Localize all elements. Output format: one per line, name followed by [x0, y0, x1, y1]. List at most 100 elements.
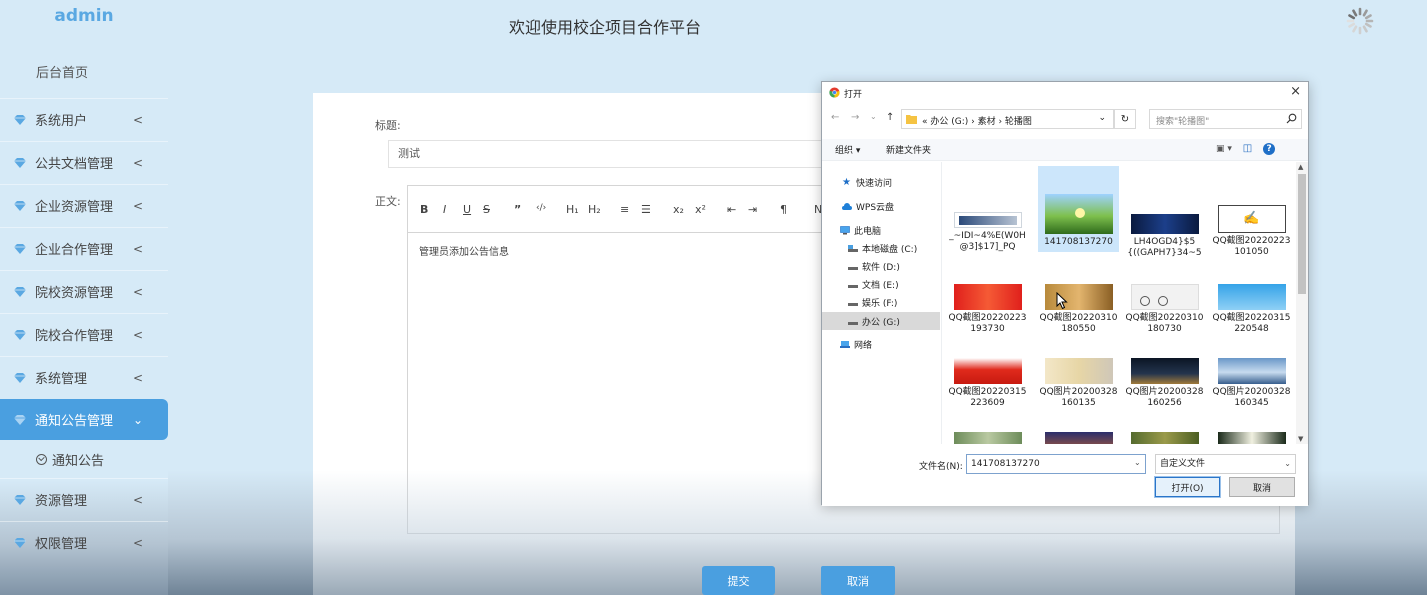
help-icon[interactable]: ?	[1263, 143, 1276, 155]
recent-locations-icon[interactable]: ⌄	[870, 112, 877, 121]
close-icon[interactable]: ×	[1290, 84, 1301, 99]
sidebar-item-public-docs[interactable]: 公共文档管理 <	[0, 142, 168, 183]
file-item[interactable]	[1124, 432, 1205, 444]
ordered-list-button[interactable]: ≡	[620, 203, 629, 216]
sidebar-item-notice-management[interactable]: 通知公告管理 ⌄	[0, 399, 168, 440]
up-icon[interactable]: ↑	[886, 112, 894, 123]
image-thumbnail	[1044, 432, 1113, 444]
scroll-thumb[interactable]	[1298, 174, 1306, 294]
file-item[interactable]: LH4OGD4}$5{((GAPH7}34~5	[1124, 214, 1205, 259]
sidebar-item-school-resources[interactable]: 院校资源管理 <	[0, 271, 168, 312]
nav-item-drive-f[interactable]: 娱乐 (F:)	[848, 296, 897, 309]
dialog-title: 打开	[844, 90, 863, 100]
sidebar-home-link[interactable]: 后台首页	[36, 62, 88, 81]
underline-button[interactable]: U	[463, 203, 471, 216]
file-item[interactable]: QQ图片20200328160135	[1038, 358, 1119, 409]
bullet-list-button[interactable]: ☰	[641, 203, 651, 216]
submit-button[interactable]: 提交	[702, 566, 775, 595]
file-item[interactable]: ✍ QQ截图20220223101050	[1211, 205, 1292, 258]
heading1-button[interactable]: H₁	[566, 203, 579, 216]
file-list-scrollbar[interactable]: ▲ ▼	[1296, 162, 1308, 444]
sidebar-item-system-users[interactable]: 系统用户 <	[0, 99, 168, 140]
search-input[interactable]: 搜索"轮播图"	[1149, 109, 1302, 129]
nav-item-drive-c[interactable]: 本地磁盘 (C:)	[848, 242, 917, 255]
image-thumbnail	[953, 212, 1022, 228]
nav-item-this-pc[interactable]: 此电脑	[840, 224, 881, 237]
sidebar-item-enterprise-cooperation[interactable]: 企业合作管理 <	[0, 228, 168, 269]
scroll-up-icon[interactable]: ▲	[1298, 163, 1303, 171]
subscript-button[interactable]: x₂	[673, 203, 684, 216]
mouse-cursor-icon	[1056, 292, 1068, 310]
file-item[interactable]	[1038, 432, 1119, 444]
file-item-selected[interactable]: 141708137270	[1038, 166, 1119, 252]
chevron-down-icon[interactable]: ⌄	[1098, 113, 1106, 123]
cancel-button[interactable]: 取消	[821, 566, 895, 595]
file-item[interactable]: QQ图片20200328160345	[1211, 358, 1292, 409]
refresh-button[interactable]: ↻	[1114, 109, 1136, 129]
file-item[interactable]: QQ截图20220315223609	[947, 358, 1028, 409]
code-button[interactable]: ‹/›	[536, 203, 546, 213]
file-name: QQ截图20220310180550	[1039, 313, 1118, 334]
text-direction-button[interactable]: ¶	[780, 203, 787, 216]
file-item[interactable]: QQ截图20220310180550	[1038, 284, 1119, 335]
address-path: « 办公 (G:) › 素材 › 轮播图	[922, 117, 1032, 127]
view-mode-button[interactable]: ▣ ▾	[1216, 144, 1232, 154]
computer-icon	[840, 226, 850, 235]
nav-item-drive-g[interactable]: 办公 (G:)	[822, 312, 940, 330]
outdent-button[interactable]: ⇤	[727, 203, 736, 216]
sidebar-item-label: 系统用户	[35, 114, 88, 129]
nav-item-drive-e[interactable]: 文档 (E:)	[848, 278, 899, 291]
sidebar-item-label: 院校资源管理	[35, 286, 114, 301]
file-name: QQ截图20220315220548	[1212, 313, 1291, 334]
chevron-down-icon[interactable]: ⌄	[1134, 458, 1141, 467]
filename-input[interactable]: 141708137270	[966, 454, 1146, 474]
file-item[interactable]	[1211, 432, 1292, 444]
file-item[interactable]: _~IDI~4%E(W0H@3]$17]_PQ	[947, 212, 1028, 253]
file-item[interactable]: QQ图片20200328160256	[1124, 358, 1205, 409]
new-folder-button[interactable]: 新建文件夹	[886, 143, 931, 156]
address-bar[interactable]: « 办公 (G:) › 素材 › 轮播图 ⌄	[901, 109, 1114, 129]
file-item[interactable]	[947, 432, 1028, 444]
file-item[interactable]: QQ截图20220310180730	[1124, 284, 1205, 335]
sidebar-item-school-cooperation[interactable]: 院校合作管理 <	[0, 314, 168, 355]
nav-item-quick-access[interactable]: ★ 快速访问	[842, 176, 893, 190]
superscript-button[interactable]: x²	[695, 203, 706, 216]
sidebar-item-enterprise-resources[interactable]: 企业资源管理 <	[0, 185, 168, 226]
file-item[interactable]: QQ截图20220223193730	[947, 284, 1028, 335]
preview-pane-button[interactable]: ◫	[1243, 143, 1252, 154]
indent-button[interactable]: ⇥	[748, 203, 757, 216]
chrome-icon	[829, 87, 840, 98]
sidebar-item-resource-management[interactable]: 资源管理 <	[0, 479, 168, 520]
sidebar-item-label: 院校合作管理	[35, 329, 114, 344]
dialog-cancel-button[interactable]: 取消	[1229, 477, 1295, 497]
nav-item-wps-cloud[interactable]: WPS云盘	[842, 200, 894, 213]
nav-item-label: 办公 (G:)	[862, 317, 900, 328]
dialog-footer: 文件名(N): 141708137270 ⌄ 自定义文件 ⌄ 打开(O) 取消	[822, 444, 1308, 506]
sidebar-item-system-management[interactable]: 系统管理 <	[0, 357, 168, 398]
nav-item-label: 此电脑	[854, 227, 882, 237]
gem-icon	[14, 157, 26, 169]
bold-button[interactable]: B	[420, 203, 428, 216]
scroll-down-icon[interactable]: ▼	[1298, 435, 1303, 443]
nav-item-network[interactable]: 网络	[840, 338, 872, 351]
file-list: _~IDI~4%E(W0H@3]$17]_PQ 141708137270 LH4…	[943, 162, 1296, 444]
forward-icon[interactable]: →	[851, 112, 859, 123]
filetype-select[interactable]: 自定义文件 ⌄	[1155, 454, 1296, 474]
sidebar-item-permission-management[interactable]: 权限管理 <	[0, 522, 168, 563]
italic-button[interactable]: I	[443, 203, 446, 216]
nav-item-drive-d[interactable]: 软件 (D:)	[848, 260, 900, 273]
editor-content[interactable]: 管理员添加公告信息	[419, 243, 509, 258]
title-input[interactable]: 测试	[388, 140, 828, 168]
file-item[interactable]: QQ截图20220315220548	[1211, 284, 1292, 335]
open-button[interactable]: 打开(O)	[1154, 476, 1221, 498]
strike-button[interactable]: S	[483, 203, 490, 216]
file-name: QQ截图20220223101050	[1212, 236, 1291, 257]
nav-item-label: 快速访问	[856, 179, 893, 189]
heading2-button[interactable]: H₂	[588, 203, 601, 216]
check-circle-icon	[36, 454, 47, 465]
filename-label: 文件名(N):	[919, 462, 963, 472]
organize-button[interactable]: 组织 ▾	[835, 143, 860, 156]
quote-button[interactable]: ”	[514, 203, 521, 216]
sidebar-subitem-notice[interactable]: 通知公告	[36, 450, 104, 469]
back-icon[interactable]: ←	[831, 112, 839, 123]
